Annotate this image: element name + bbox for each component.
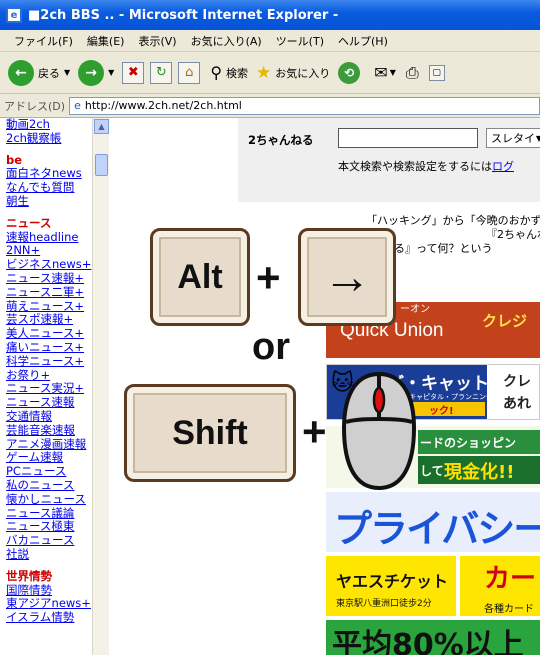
plus-sign: +: [302, 408, 327, 455]
back-arrow-icon: ←: [8, 59, 34, 86]
sidebar-link[interactable]: 芸能音楽速報: [6, 423, 92, 438]
sidebar-link[interactable]: 社説: [6, 547, 92, 562]
mail-icon[interactable]: ✉: [374, 63, 387, 82]
menu-view[interactable]: 表示(V): [138, 33, 176, 49]
sidebar-link[interactable]: 痛いニュース+: [6, 340, 92, 355]
sidebar-link[interactable]: 科学ニュース+: [6, 354, 92, 369]
toolbar: ← 戻る ▼ → ▼ ✖ ↻ ⌂ ⚲ 検索 ★ お気に入り ⟲ ✉ ▼ ⎙ ▢: [0, 52, 540, 94]
title-bar: e ■2ch BBS .. - Microsoft Internet Explo…: [0, 0, 540, 30]
sidebar-link[interactable]: ニュース速報: [6, 395, 92, 410]
chevron-down-icon: ▼: [64, 68, 71, 77]
search-button[interactable]: ⚲ 検索: [210, 63, 248, 82]
sidebar-link[interactable]: 美人ニュース+: [6, 326, 92, 341]
sidebar-link[interactable]: 懐かしニュース: [6, 492, 92, 507]
address-input[interactable]: e http://www.2ch.net/2ch.html: [69, 96, 540, 115]
search-panel: 2ちゃんねる スレタイ ▼ 本文検索や検索設定をするにはログ: [238, 118, 540, 202]
search-type-select[interactable]: スレタイ ▼: [486, 128, 540, 148]
address-bar: アドレス(D) e http://www.2ch.net/2ch.html: [0, 94, 540, 118]
sidebar-link[interactable]: 交通情報: [6, 409, 92, 424]
home-icon[interactable]: ⌂: [178, 61, 201, 84]
history-icon[interactable]: ⟲: [338, 61, 361, 84]
sidebar-menu: 動画2ch 2ch観察帳 be 面白ネタnews なんでも質問 朝生ニュース 速報headl…: [0, 118, 92, 655]
sidebar-link[interactable]: バカニュース: [6, 533, 92, 548]
sidebar-link[interactable]: 私のニュース: [6, 478, 92, 493]
search-note: 本文検索や検索設定をするにはログ: [338, 160, 514, 173]
sidebar-link[interactable]: ビジネスnews+: [6, 257, 92, 272]
sidebar-link[interactable]: なんでも質問: [6, 180, 92, 195]
scroll-up-icon[interactable]: ▲: [94, 119, 109, 134]
sidebar-link[interactable]: 芸スポ速報+: [6, 313, 92, 327]
news-line: 「ハッキング」から「今晩のおかず: [366, 214, 540, 227]
sidebar-link[interactable]: イスラム情勢: [6, 610, 92, 625]
sidebar-link[interactable]: 萌えニュース+: [6, 299, 92, 314]
sidebar-link[interactable]: PCニュース: [6, 464, 92, 479]
sidebar-link[interactable]: ニュース実況+: [6, 382, 92, 396]
or-text: or: [252, 326, 290, 368]
star-icon: ★: [256, 62, 272, 83]
scrollbar-thumb[interactable]: [95, 154, 108, 176]
sidebar-link[interactable]: アニメ漫画速報: [6, 437, 92, 452]
average-rate-banner[interactable]: 平均80%以上: [326, 620, 540, 655]
menu-tools[interactable]: ツール(T): [276, 33, 324, 49]
sidebar-link[interactable]: 国際情勢: [6, 583, 92, 598]
sidebar-link[interactable]: ゲーム速報: [6, 451, 92, 465]
sidebar-section-heading: ニュース: [6, 215, 52, 230]
menu-favorites[interactable]: お気に入り(A): [191, 33, 262, 49]
page-icon: e: [74, 99, 81, 112]
sidebar-link[interactable]: ニュース速報+: [6, 271, 92, 286]
chevron-down-icon: ▼: [108, 68, 115, 77]
chevron-down-icon: ▼: [389, 68, 396, 77]
yaesu-ticket-banner[interactable]: ヤエスチケット 東京駅八重洲口徒歩2分 カー 各種カード: [326, 556, 540, 616]
chevron-down-icon: ▼: [535, 133, 540, 143]
sidebar-link[interactable]: ニュース議論: [6, 506, 92, 521]
search-icon: ⚲: [210, 63, 223, 82]
menu-edit[interactable]: 編集(E): [87, 33, 125, 49]
back-button[interactable]: ← 戻る ▼: [8, 59, 71, 86]
refresh-icon[interactable]: ↻: [150, 61, 173, 84]
sidebar-link[interactable]: 2NN+: [6, 244, 92, 258]
sidebar-scrollbar[interactable]: ▲: [92, 118, 109, 655]
sidebar-section-heading: 世界情勢: [6, 568, 52, 583]
sidebar-link[interactable]: 面白ネタnews: [6, 167, 92, 181]
right-arrow-key: →: [298, 228, 396, 326]
window-title: ■2ch BBS .. - Microsoft Internet Explore…: [28, 7, 339, 23]
mouse-icon: [341, 371, 417, 491]
privacy-banner[interactable]: プライバシー守: [326, 492, 540, 552]
sidebar-link[interactable]: 東アジアnews+: [6, 596, 92, 611]
stop-icon[interactable]: ✖: [122, 61, 145, 84]
edit-icon[interactable]: ▢: [428, 64, 445, 81]
ie-icon: e: [6, 7, 22, 23]
forward-arrow-icon: →: [78, 59, 105, 86]
search-input[interactable]: [338, 128, 478, 148]
right-arrow-icon: →: [323, 250, 371, 304]
print-icon[interactable]: ⎙: [406, 63, 419, 83]
sidebar-link[interactable]: 朝生: [6, 194, 92, 209]
plus-sign: +: [256, 254, 281, 301]
browser-window: e ■2ch BBS .. - Microsoft Internet Explo…: [0, 0, 540, 655]
sidebar-link[interactable]: 動画2ch: [6, 118, 92, 132]
login-link[interactable]: ログ: [492, 160, 514, 173]
sidebar-section-heading: be: [6, 152, 23, 167]
sidebar-link[interactable]: ニュース極東: [6, 520, 92, 534]
alt-key: Alt: [150, 228, 250, 326]
shift-key: Shift: [124, 384, 296, 482]
search-brand: 2ちゃんねる: [248, 133, 314, 147]
address-label: アドレス(D): [4, 99, 66, 113]
sidebar-link[interactable]: 速報headline: [6, 230, 92, 245]
forward-button[interactable]: → ▼: [78, 59, 115, 86]
menu-file[interactable]: ファイル(F): [14, 33, 73, 49]
menu-bar: ファイル(F) 編集(E) 表示(V) お気に入り(A) ツール(T) ヘルプ(…: [0, 30, 540, 52]
address-url: http://www.2ch.net/2ch.html: [84, 99, 242, 112]
menu-help[interactable]: ヘルプ(H): [338, 33, 388, 49]
favorites-button[interactable]: ★ お気に入り: [256, 63, 330, 83]
sidebar-link[interactable]: お祭り+: [6, 368, 92, 383]
sidebar-link[interactable]: ニュース二軍+: [6, 285, 92, 300]
sidebar-link[interactable]: 2ch観察帳: [6, 131, 92, 146]
